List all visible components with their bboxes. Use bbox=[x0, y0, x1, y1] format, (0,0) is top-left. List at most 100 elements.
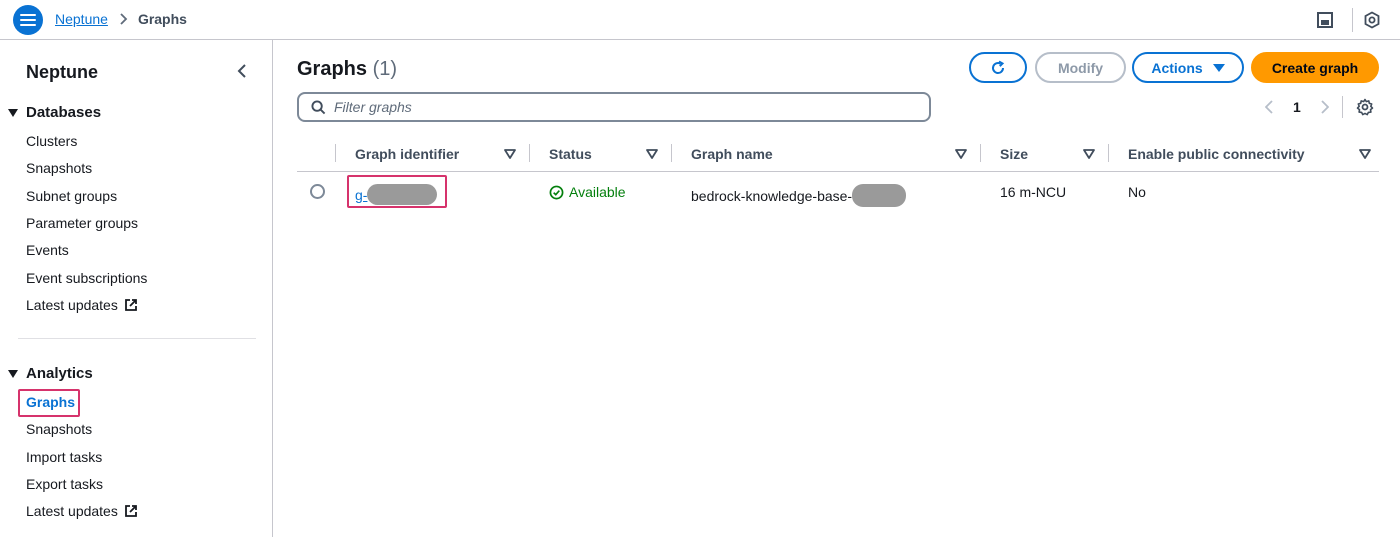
sidebar-item-events[interactable]: Events bbox=[26, 242, 69, 258]
sort-icon[interactable] bbox=[504, 149, 516, 159]
sidebar-item-label: Event subscriptions bbox=[26, 270, 148, 286]
sidebar-item-label: Subnet groups bbox=[26, 188, 118, 204]
sidebar-item-parameter-groups[interactable]: Parameter groups bbox=[26, 215, 138, 231]
pagination-divider bbox=[1342, 96, 1343, 118]
sidebar-item-event-subscriptions[interactable]: Event subscriptions bbox=[26, 270, 147, 286]
table-header: Graph identifier Status Graph name Size … bbox=[297, 140, 1379, 172]
gear-icon bbox=[1356, 98, 1374, 116]
actions-button-label: Actions bbox=[1151, 59, 1203, 76]
status-cell: Available bbox=[549, 184, 626, 200]
sort-icon[interactable] bbox=[1359, 149, 1371, 159]
side-navigation: Neptune Databases Clusters Snapshots Sub… bbox=[0, 40, 273, 537]
refresh-button[interactable] bbox=[969, 52, 1027, 83]
column-separator bbox=[671, 144, 672, 162]
breadcrumb-neptune-link[interactable]: Neptune bbox=[55, 11, 108, 27]
graph-count: (1) bbox=[372, 58, 398, 80]
sidebar-item-label: Latest updates bbox=[26, 297, 118, 313]
size-cell: 16 m-NCU bbox=[1000, 184, 1067, 200]
top-navigation-bar: Neptune Graphs bbox=[0, 0, 1400, 40]
column-separator bbox=[335, 144, 336, 162]
close-sidebar-button[interactable] bbox=[234, 62, 250, 80]
create-graph-button-label: Create graph bbox=[1271, 59, 1359, 76]
topbar-divider bbox=[1352, 8, 1353, 32]
previous-page-button[interactable] bbox=[1263, 99, 1275, 115]
chevron-left-icon bbox=[237, 64, 246, 78]
column-header-graph-identifier[interactable]: Graph identifier bbox=[355, 146, 459, 162]
caret-down-icon bbox=[8, 108, 18, 118]
split-panel-icon[interactable] bbox=[1315, 10, 1335, 30]
page-title: Graphs (1) bbox=[297, 58, 397, 81]
sidebar-item-label: Snapshots bbox=[26, 160, 93, 176]
sidebar-item-label: Import tasks bbox=[26, 449, 103, 465]
graph-identifier-cell: g- bbox=[355, 184, 438, 205]
page-number[interactable]: 1 bbox=[1293, 99, 1301, 115]
external-link-icon bbox=[124, 298, 138, 312]
row-select-radio[interactable] bbox=[310, 184, 325, 199]
chevron-right-icon bbox=[1321, 100, 1329, 114]
external-link-icon bbox=[124, 504, 138, 518]
menu-button[interactable] bbox=[13, 5, 43, 35]
column-separator bbox=[1108, 144, 1109, 162]
chevron-left-icon bbox=[1265, 100, 1273, 114]
sidebar-item-analytics-snapshots[interactable]: Snapshots bbox=[26, 421, 92, 437]
sidebar-item-export-tasks[interactable]: Export tasks bbox=[26, 476, 103, 492]
filter-graphs bbox=[297, 92, 931, 122]
sidebar-item-label: Graphs bbox=[26, 394, 76, 410]
sort-icon[interactable] bbox=[646, 149, 658, 159]
search-icon bbox=[311, 99, 326, 114]
graph-identifier-link[interactable]: g- bbox=[355, 184, 438, 205]
next-page-button[interactable] bbox=[1319, 99, 1331, 115]
sidebar-item-snapshots[interactable]: Snapshots bbox=[26, 160, 92, 176]
column-header-size[interactable]: Size bbox=[1000, 146, 1028, 162]
filter-graphs-input[interactable] bbox=[334, 99, 894, 115]
sidebar-item-analytics-latest-updates[interactable]: Latest updates bbox=[26, 503, 138, 519]
public-connectivity-cell: No bbox=[1128, 184, 1146, 200]
table-row: g- Available bedrock-knowledge-base- 16 … bbox=[297, 173, 1379, 211]
graph-identifier-prefix: g- bbox=[355, 186, 368, 203]
check-circle-icon bbox=[549, 185, 564, 200]
sidebar-item-label: Parameter groups bbox=[26, 215, 139, 231]
column-separator bbox=[529, 144, 530, 162]
section-analytics[interactable]: Analytics bbox=[8, 365, 93, 382]
actions-button[interactable]: Actions bbox=[1132, 52, 1244, 83]
column-header-status[interactable]: Status bbox=[549, 146, 592, 162]
page-title-text: Graphs bbox=[297, 58, 368, 80]
sidebar-item-latest-updates[interactable]: Latest updates bbox=[26, 297, 138, 313]
section-analytics-label: Analytics bbox=[26, 365, 93, 382]
notifications-icon[interactable] bbox=[1362, 10, 1382, 30]
sidebar-divider bbox=[18, 338, 256, 339]
sidebar-item-label: Latest updates bbox=[26, 503, 118, 519]
graph-name-cell: bedrock-knowledge-base- bbox=[691, 184, 907, 207]
column-header-graph-name[interactable]: Graph name bbox=[691, 146, 773, 162]
redacted-identifier bbox=[367, 184, 438, 205]
create-graph-button[interactable]: Create graph bbox=[1251, 52, 1379, 83]
column-separator bbox=[980, 144, 981, 162]
sidebar-item-import-tasks[interactable]: Import tasks bbox=[26, 449, 102, 465]
status-text: Available bbox=[569, 184, 626, 200]
sidebar-item-subnet-groups[interactable]: Subnet groups bbox=[26, 188, 117, 204]
breadcrumb-current: Graphs bbox=[137, 11, 187, 27]
section-databases-label: Databases bbox=[26, 104, 102, 121]
sidebar-item-label: Export tasks bbox=[26, 476, 104, 492]
table-settings-button[interactable] bbox=[1356, 98, 1374, 116]
modify-button[interactable]: Modify bbox=[1035, 52, 1126, 83]
main-content: Graphs (1) Modify Actions Create graph 1 bbox=[274, 40, 1400, 537]
modify-button-label: Modify bbox=[1057, 59, 1104, 76]
refresh-icon bbox=[992, 60, 1005, 74]
sort-icon[interactable] bbox=[955, 149, 967, 159]
sort-icon[interactable] bbox=[1083, 149, 1095, 159]
caret-down-icon bbox=[1212, 63, 1225, 73]
chevron-right-icon bbox=[120, 13, 128, 25]
sidebar-item-graphs[interactable]: Graphs bbox=[26, 394, 75, 410]
column-header-enable-public-connectivity[interactable]: Enable public connectivity bbox=[1128, 146, 1305, 162]
breadcrumb: Neptune Graphs bbox=[55, 11, 187, 27]
sidebar-item-label: Events bbox=[26, 242, 69, 258]
redacted-graph-name bbox=[852, 184, 907, 207]
graph-name-prefix: bedrock-knowledge-base- bbox=[691, 187, 853, 204]
sidebar-title: Neptune bbox=[26, 62, 98, 82]
caret-down-icon bbox=[8, 369, 18, 379]
sidebar-item-label: Snapshots bbox=[26, 421, 93, 437]
sidebar-item-label: Clusters bbox=[26, 133, 78, 149]
section-databases[interactable]: Databases bbox=[8, 104, 101, 121]
sidebar-item-clusters[interactable]: Clusters bbox=[26, 133, 77, 149]
